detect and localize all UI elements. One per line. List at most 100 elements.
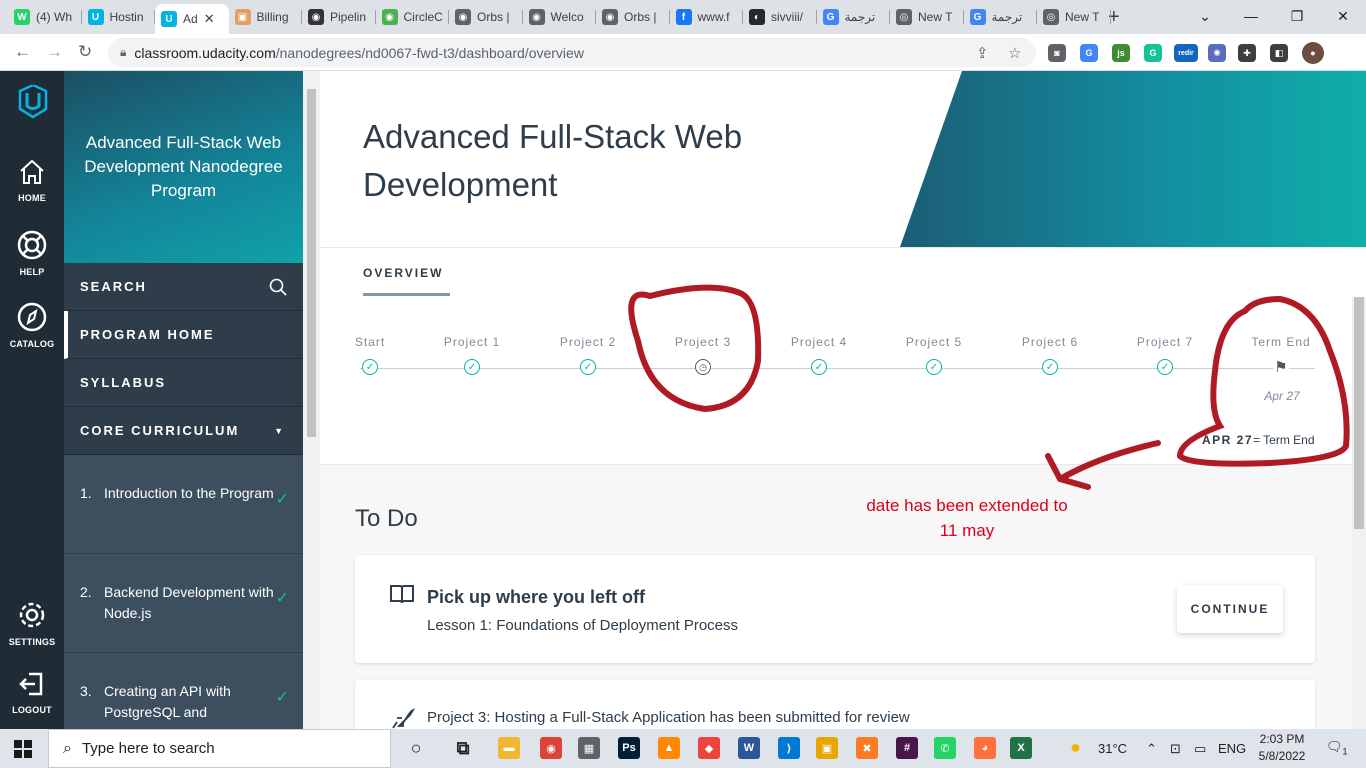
lesson-item[interactable]: 3. Creating an API with PostgreSQL and ✓ xyxy=(64,653,303,729)
browser-tab[interactable]: U Hostin xyxy=(82,4,155,30)
udacity-logo-icon[interactable] xyxy=(16,85,50,119)
timeline-stop-label: Project 4 xyxy=(790,335,848,349)
timeline-stop[interactable]: Project 3 ◷ xyxy=(663,335,743,375)
browser-tab[interactable]: ◉ Welco xyxy=(523,4,596,30)
firefox-icon[interactable]: ◕ xyxy=(974,737,996,759)
program-title[interactable]: Advanced Full-Stack Web Development Nano… xyxy=(64,71,303,263)
rail-help[interactable]: HELP xyxy=(0,229,64,277)
timeline-stop[interactable]: Project 7 ✓ xyxy=(1125,335,1205,375)
browser-tab[interactable]: ◎ New T xyxy=(1037,4,1111,30)
file-explorer-icon[interactable]: ▬ xyxy=(498,737,520,759)
vlc-icon[interactable]: ▲ xyxy=(658,737,680,759)
timeline-stop[interactable]: Project 6 ✓ xyxy=(1010,335,1090,375)
whatsapp-taskbar-icon[interactable]: ✆ xyxy=(934,737,956,759)
browser-tab[interactable]: ◉ CircleC xyxy=(376,4,449,30)
js-ext-icon[interactable]: js xyxy=(1112,44,1130,62)
sidebar-item-program-home[interactable]: PROGRAM HOME xyxy=(64,311,303,359)
timeline-stop[interactable]: Project 5 ✓ xyxy=(894,335,974,375)
share-icon[interactable]: ⇪ xyxy=(976,44,989,62)
lesson-item[interactable]: 1. Introduction to the Program ✓ xyxy=(64,455,303,554)
sidebar-scrollbar[interactable] xyxy=(303,71,320,729)
reload-button[interactable]: ↻ xyxy=(78,42,92,62)
term-end-date: Apr 27 xyxy=(1264,389,1300,403)
gear-ext-icon[interactable]: ✺ xyxy=(1208,44,1226,62)
minimize-button[interactable]: — xyxy=(1228,0,1274,32)
rail-home[interactable]: HOME xyxy=(0,157,64,203)
clock-date: 5/8/2022 xyxy=(1258,749,1306,763)
browser-tab[interactable]: f www.f xyxy=(670,4,743,30)
check-circle-icon: ✓ xyxy=(811,359,827,375)
timeline-stop[interactable]: Project 2 ✓ xyxy=(548,335,628,375)
restore-button[interactable]: ❐ xyxy=(1274,0,1320,32)
main-scrollbar[interactable] xyxy=(1352,297,1366,729)
bookmark-star-icon[interactable]: ☆ xyxy=(1008,44,1021,62)
lesson-item[interactable]: 2. Backend Development with Node.js ✓ xyxy=(64,554,303,653)
browser-tab[interactable]: W (4) Wh xyxy=(8,4,82,30)
sidepanel-icon[interactable]: ◧ xyxy=(1270,44,1288,62)
rail-logout[interactable]: LOGOUT xyxy=(0,669,64,715)
close-tab-icon[interactable]: ✕ xyxy=(204,11,215,27)
browser-tab[interactable]: ◉ Orbs | xyxy=(596,4,670,30)
timeline-stop[interactable]: Project 4 ✓ xyxy=(779,335,859,375)
xampp-icon[interactable]: ✖ xyxy=(856,737,878,759)
close-window-button[interactable]: ✕ xyxy=(1320,0,1366,32)
translate-ext-icon[interactable]: G xyxy=(1080,44,1098,62)
sidebar-item-core-curriculum[interactable]: CORE CURRICULUM ▼ xyxy=(64,407,303,455)
redirect-ext-icon[interactable]: redir xyxy=(1174,44,1198,62)
chevron-up-icon[interactable]: ⌃ xyxy=(1146,741,1157,757)
sidebar-item-syllabus[interactable]: SYLLABUS xyxy=(64,359,303,407)
browser-tab[interactable]: G ترجمة xyxy=(817,4,890,30)
browser-tab[interactable]: ◉ Pipelin xyxy=(302,4,376,30)
check-circle-icon: ✓ xyxy=(1042,359,1058,375)
grammarly-icon[interactable]: G xyxy=(1144,44,1162,62)
taskview-icon[interactable]: ⧉ xyxy=(452,737,474,759)
sandbox-icon[interactable]: ▣ xyxy=(816,737,838,759)
language-indicator[interactable]: ENG xyxy=(1218,741,1246,756)
browser-tab[interactable]: ◉ Orbs | xyxy=(449,4,523,30)
browser-tab[interactable]: U Ad ✕ xyxy=(155,4,229,34)
timeline-stop[interactable]: Start ✓ xyxy=(330,335,410,375)
weather-icon[interactable]: ● xyxy=(1070,737,1081,758)
excel-icon[interactable]: X xyxy=(1010,737,1032,759)
notification-icon[interactable]: 🗨︎1 xyxy=(1326,739,1348,757)
forward-button[interactable]: → xyxy=(46,42,63,62)
network-icon[interactable]: ⊡ xyxy=(1170,741,1181,757)
browser-tab[interactable]: G ترجمة xyxy=(964,4,1037,30)
calculator-icon[interactable]: ▦ xyxy=(578,737,600,759)
timeline-stop[interactable]: Term End ⚑ xyxy=(1241,335,1321,376)
tab-search-button[interactable]: ⌄ xyxy=(1182,0,1228,32)
lock-icon[interactable]: 🔒︎ xyxy=(120,45,126,60)
battery-icon[interactable]: ▭ xyxy=(1194,741,1206,757)
rail-catalog[interactable]: CATALOG xyxy=(0,301,64,349)
continue-button[interactable]: CONTINUE xyxy=(1177,585,1283,633)
word-icon[interactable]: W xyxy=(738,737,760,759)
sidebar-search[interactable]: SEARCH xyxy=(64,263,303,311)
puzzle-icon[interactable]: ✚ xyxy=(1238,44,1256,62)
cortana-icon[interactable]: ○ xyxy=(405,737,427,759)
timeline-stop[interactable]: Project 1 ✓ xyxy=(432,335,512,375)
taskbar-clock[interactable]: 2:03 PM 5/8/2022 xyxy=(1252,731,1312,765)
weather-temp[interactable]: 31°C xyxy=(1098,741,1127,756)
camera-icon[interactable]: ◙ xyxy=(1048,44,1066,62)
vscode-icon[interactable]: ⟩ xyxy=(778,737,800,759)
page-title: Advanced Full-Stack Web Development xyxy=(363,118,743,203)
profile-avatar[interactable]: ● xyxy=(1302,42,1324,64)
address-bar[interactable]: 🔒︎ classroom.udacity.com/nanodegrees/nd0… xyxy=(108,38,1036,67)
tab-overview[interactable]: OVERVIEW xyxy=(363,266,443,280)
browser-tab[interactable]: ◐ sivviii/ xyxy=(743,4,817,30)
windows-start-icon[interactable] xyxy=(14,740,32,758)
chrome-taskbar-icon[interactable]: ◉ xyxy=(540,737,562,759)
back-button[interactable]: ← xyxy=(14,42,31,62)
box-icon: ▣ xyxy=(234,9,251,25)
main-scroll-thumb[interactable] xyxy=(1354,297,1364,529)
anydesk-icon[interactable]: ◆ xyxy=(698,737,720,759)
browser-tab[interactable]: ▣ Billing xyxy=(229,4,302,30)
sidebar-scroll-thumb[interactable] xyxy=(307,89,316,437)
taskbar-search-box[interactable]: ⌕ Type here to search xyxy=(48,729,391,768)
photoshop-icon[interactable]: Ps xyxy=(618,737,640,759)
browser-tab[interactable]: ◎ New T xyxy=(890,4,964,30)
slack-icon[interactable]: # xyxy=(896,737,918,759)
active-tab-underline xyxy=(363,293,450,296)
resume-lesson[interactable]: Lesson 1: Foundations of Deployment Proc… xyxy=(427,617,738,634)
rail-settings[interactable]: SETTINGS xyxy=(0,599,64,647)
